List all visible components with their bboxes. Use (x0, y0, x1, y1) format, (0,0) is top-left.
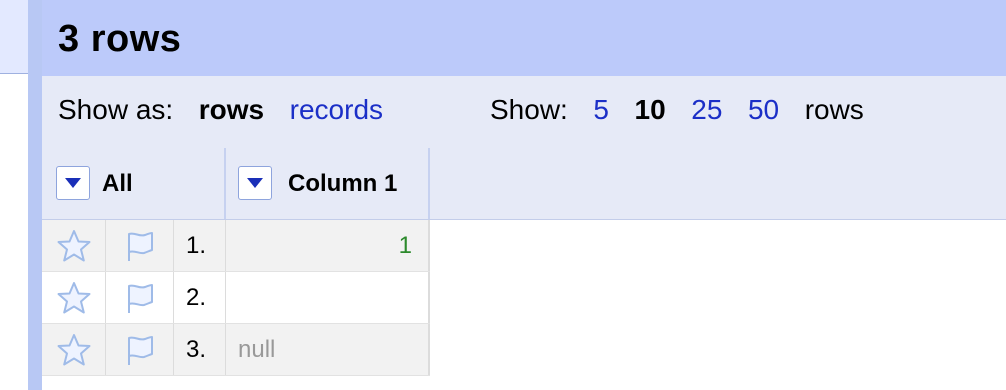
row-index-cell: 1. (174, 220, 226, 271)
row-index-cell: 3. (174, 324, 226, 375)
table-row: 1. 1 (42, 220, 430, 272)
row-index-cell: 2. (174, 272, 226, 323)
row-index: 2. (186, 284, 207, 311)
show-as-rows: rows (198, 94, 265, 125)
column-header-row: All Column 1 (42, 148, 1006, 220)
show-as-records-link[interactable]: records (290, 94, 383, 125)
flag-icon[interactable] (122, 228, 158, 264)
row-index: 3. (186, 336, 207, 363)
view-header: 3 rows (42, 0, 1006, 76)
star-icon[interactable] (56, 228, 92, 264)
row-index: 1. (186, 232, 207, 259)
show-as-group: Show as: rows records (58, 94, 383, 126)
star-cell (42, 220, 106, 271)
column-1-cell[interactable]: null (226, 324, 430, 375)
page-size-10: 10 (634, 94, 666, 125)
cell-value: null (238, 336, 276, 363)
flag-cell (106, 220, 174, 271)
all-column-menu-button[interactable] (56, 166, 90, 200)
star-icon[interactable] (56, 280, 92, 316)
column-1-cell[interactable] (226, 272, 430, 323)
table-row: 3. null (42, 324, 430, 376)
column-name-all: All (102, 170, 133, 197)
flag-icon[interactable] (122, 280, 158, 316)
page-size-25-link[interactable]: 25 (691, 94, 722, 125)
star-cell (42, 324, 106, 375)
left-panel (0, 0, 28, 390)
flag-cell (106, 272, 174, 323)
view-controls: Show as: rows records Show: 5 10 25 50 r… (42, 76, 1006, 148)
table-row: 2. (42, 272, 430, 324)
column-header-column-1: Column 1 (226, 148, 430, 219)
column-header-all: All (42, 148, 226, 219)
star-cell (42, 272, 106, 323)
page-size-5-link[interactable]: 5 (593, 94, 609, 125)
panel-divider[interactable] (28, 0, 42, 390)
column-name-column-1: Column 1 (288, 170, 398, 197)
column-1-menu-button[interactable] (238, 166, 272, 200)
show-suffix: rows (804, 94, 864, 125)
column-1-cell[interactable]: 1 (226, 220, 430, 271)
flag-cell (106, 324, 174, 375)
star-icon[interactable] (56, 332, 92, 368)
cell-value: 1 (398, 232, 412, 259)
show-as-label: Show as: (58, 94, 174, 125)
show-label: Show: (490, 94, 568, 125)
page-size-50-link[interactable]: 50 (748, 94, 779, 125)
page-size-group: Show: 5 10 25 50 rows (490, 94, 864, 126)
left-panel-header (0, 0, 28, 74)
flag-icon[interactable] (122, 332, 158, 368)
row-count-title: 3 rows (58, 18, 182, 60)
